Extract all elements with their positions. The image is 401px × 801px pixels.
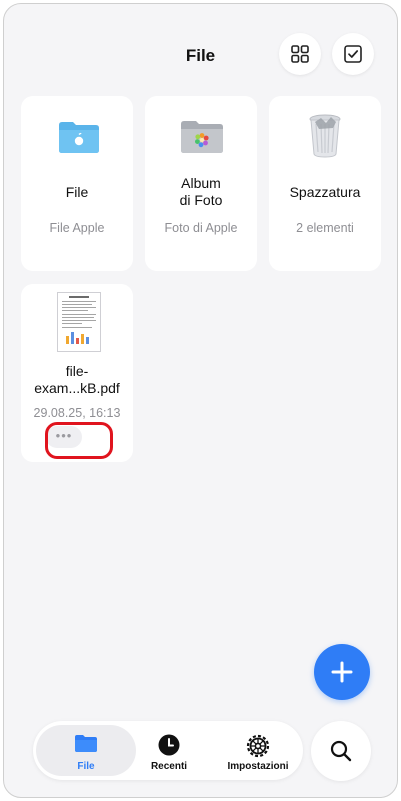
file-name: file- exam...kB.pdf (34, 363, 120, 396)
blue-folder-icon (59, 122, 99, 153)
location-subtitle: File Apple (49, 221, 105, 235)
grid-icon (291, 45, 309, 63)
location-subtitle: Foto di Apple (164, 221, 238, 235)
tab-label: File (77, 761, 95, 772)
tab-label: Impostazioni (227, 761, 289, 772)
gear-icon (246, 734, 270, 758)
tab-recenti[interactable]: Recenti (136, 721, 202, 780)
select-button[interactable] (332, 33, 374, 75)
location-tile-trash[interactable]: Spazzatura 2 elementi (269, 96, 381, 271)
location-name: File (65, 184, 89, 200)
plus-icon (331, 661, 353, 683)
file-date: 29.08.25, 16:13 (33, 406, 121, 420)
location-name: Album di Foto (179, 175, 223, 208)
location-subtitle: 2 elementi (296, 221, 354, 235)
add-button[interactable] (314, 644, 370, 700)
more-options-highlight (45, 422, 113, 459)
tab-bar: File Recenti Impostazioni (33, 721, 303, 780)
tab-file[interactable]: File (36, 721, 136, 780)
pdf-thumbnail-icon (57, 292, 101, 352)
folder-icon (75, 735, 97, 752)
search-icon (330, 740, 352, 762)
location-tile-photos[interactable]: Album di Foto Foto di Apple (145, 96, 257, 271)
location-name: Spazzatura (289, 184, 361, 200)
location-tile-file[interactable]: File File Apple (21, 96, 133, 271)
tab-label: Recenti (150, 761, 188, 772)
photos-folder-icon (181, 121, 223, 153)
trash-icon (309, 114, 341, 158)
checkbox-icon (344, 45, 362, 63)
search-button[interactable] (311, 721, 371, 781)
clock-icon (158, 734, 180, 756)
grid-view-button[interactable] (279, 33, 321, 75)
tab-impostazioni[interactable]: Impostazioni (213, 721, 303, 780)
phone-screen: File File File Apple Album di Foto Foto … (3, 3, 398, 798)
